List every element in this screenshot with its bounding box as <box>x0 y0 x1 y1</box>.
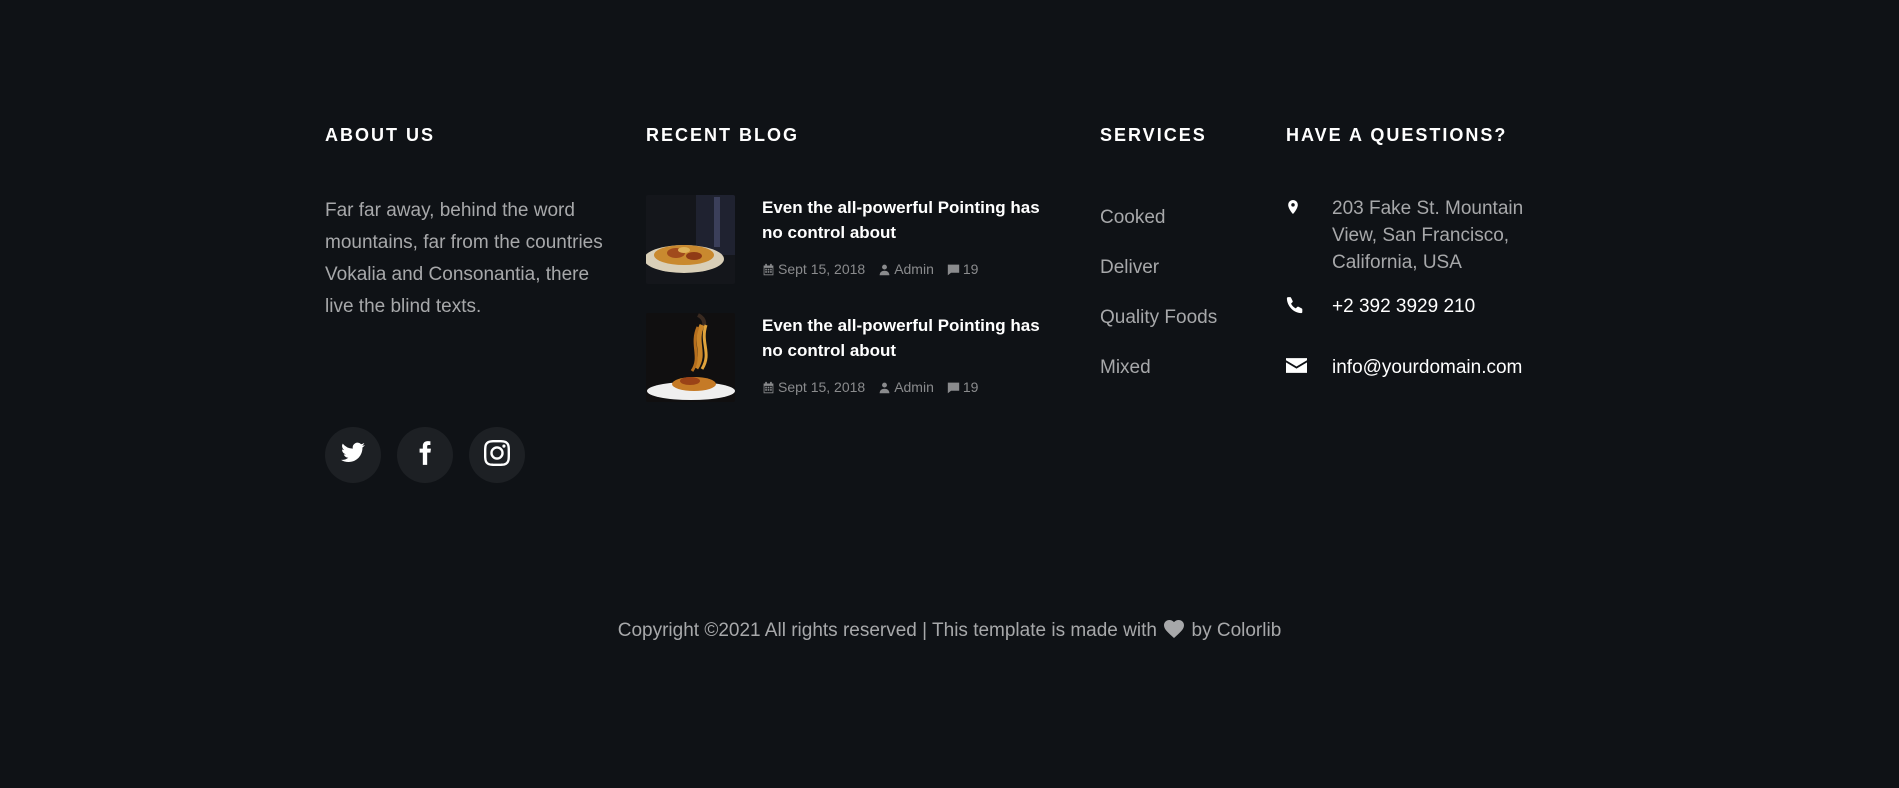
service-link-mixed[interactable]: Mixed <box>1100 357 1217 407</box>
contact-heading: HAVE A QUESTIONS? <box>1286 125 1508 145</box>
post-date-text: Sept 15, 2018 <box>778 379 866 395</box>
blog-post-title[interactable]: Even the all-powerful Pointing has no co… <box>762 195 1062 245</box>
chat-icon <box>947 382 960 393</box>
calendar-icon <box>763 381 774 393</box>
copyright-text: Copyright ©2021 All rights reserved | Th… <box>0 620 1899 642</box>
recent-blog-heading: RECENT BLOG <box>646 125 800 145</box>
email-link[interactable]: info@yourdomain.com <box>1332 354 1592 381</box>
address-text: 203 Fake St. Mountain View, San Francisc… <box>1332 198 1524 273</box>
about-heading: ABOUT US <box>325 125 435 145</box>
blog-post-meta: Sept 15, 2018 Admin 19 <box>762 261 978 277</box>
envelope-icon <box>1286 354 1332 381</box>
services-list: Cooked Deliver Quality Foods Mixed <box>1100 207 1217 407</box>
post-author-text: Admin <box>894 261 934 277</box>
instagram-icon <box>484 439 510 471</box>
blog-thumbnail[interactable] <box>646 313 735 402</box>
contact-phone: +2 392 3929 210 <box>1286 293 1592 320</box>
service-link-cooked[interactable]: Cooked <box>1100 207 1217 257</box>
service-link-deliver[interactable]: Deliver <box>1100 257 1217 307</box>
facebook-link[interactable] <box>397 427 453 483</box>
contact-address: 203 Fake St. Mountain View, San Francisc… <box>1286 195 1542 276</box>
map-marker-icon <box>1286 195 1332 276</box>
blog-post-meta: Sept 15, 2018 Admin 19 <box>762 379 978 395</box>
site-footer: ABOUT US Far far away, behind the word m… <box>0 0 1899 788</box>
social-links <box>325 427 525 483</box>
instagram-link[interactable] <box>469 427 525 483</box>
post-date[interactable]: Sept 15, 2018 <box>762 261 865 277</box>
user-icon <box>879 382 890 393</box>
user-icon <box>879 264 890 275</box>
post-comments-count: 19 <box>962 379 979 395</box>
post-author[interactable]: Admin <box>878 261 934 277</box>
post-comments[interactable]: 19 <box>947 379 979 395</box>
blog-post-title[interactable]: Even the all-powerful Pointing has no co… <box>762 313 1062 363</box>
phone-link[interactable]: +2 392 3929 210 <box>1332 293 1592 320</box>
post-date[interactable]: Sept 15, 2018 <box>762 379 865 395</box>
service-link-quality-foods[interactable]: Quality Foods <box>1100 307 1217 357</box>
post-author-text: Admin <box>894 379 934 395</box>
facebook-icon <box>412 440 438 471</box>
copyright-by: by <box>1191 620 1212 641</box>
heart-icon <box>1164 620 1185 638</box>
blog-post: Even the all-powerful Pointing has no co… <box>646 195 1066 285</box>
about-text: Far far away, behind the word mountains,… <box>325 200 603 317</box>
copyright-prefix: Copyright ©2021 All rights reserved | Th… <box>617 620 1157 641</box>
post-comments[interactable]: 19 <box>947 261 979 277</box>
colorlib-link[interactable]: Colorlib <box>1217 620 1281 641</box>
post-comments-count: 19 <box>962 261 979 277</box>
blog-thumbnail[interactable] <box>646 195 735 284</box>
services-heading: SERVICES <box>1100 125 1207 145</box>
chat-icon <box>947 264 960 275</box>
post-author[interactable]: Admin <box>878 379 934 395</box>
twitter-link[interactable] <box>325 427 381 483</box>
calendar-icon <box>763 263 774 275</box>
post-date-text: Sept 15, 2018 <box>778 261 866 277</box>
contact-email: info@yourdomain.com <box>1286 354 1592 381</box>
phone-icon <box>1286 293 1332 320</box>
blog-post: Even the all-powerful Pointing has no co… <box>646 313 1066 403</box>
twitter-icon <box>340 440 366 471</box>
